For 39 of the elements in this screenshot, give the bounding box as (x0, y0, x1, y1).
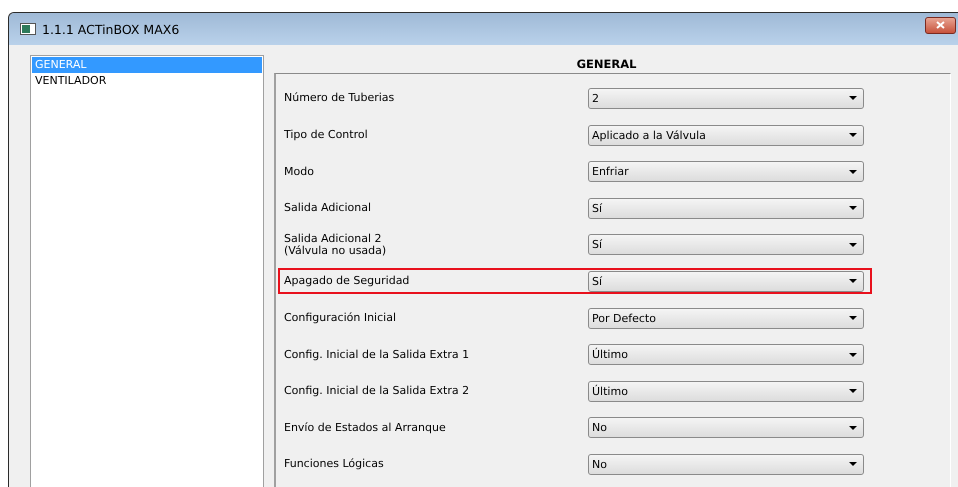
parameter-label: Tipo de Control (284, 129, 368, 142)
parameter-label: Config. Inicial de la Salida Extra 1 (284, 348, 470, 361)
parameter-label: Modo (284, 166, 314, 178)
parameter-dropdown[interactable]: Último (588, 344, 864, 366)
parameter-dropdown[interactable]: Último (588, 380, 864, 402)
parameter-dropdown[interactable]: Enfriar (588, 161, 864, 182)
section-title: GENERAL (576, 57, 636, 71)
parameter-dropdown[interactable]: No (588, 417, 864, 438)
parameter-label: Salida Adicional (284, 202, 372, 214)
parameter-dropdown[interactable]: Sí (588, 234, 864, 256)
dropdown-arrow-icon (849, 352, 857, 357)
dropdown-arrow-icon (849, 242, 857, 247)
app-icon (20, 23, 36, 35)
parameter-dropdown[interactable]: 2 (588, 88, 864, 109)
dropdown-arrow-icon (849, 96, 857, 100)
parameter-dropdown[interactable]: Por Defecto (588, 308, 864, 329)
dropdown-arrow-icon (849, 279, 857, 284)
category-item[interactable]: VENTILADOR (32, 73, 262, 89)
parameter-label: Config. Inicial de la Salida Extra 2 (284, 385, 470, 398)
dropdown-arrow-icon (849, 316, 857, 320)
dropdown-arrow-icon (849, 206, 857, 210)
parameter-label: Funciones Lógicas (284, 458, 384, 470)
dropdown-arrow-icon (849, 389, 857, 394)
dropdown-arrow-icon (849, 462, 857, 466)
dropdown-arrow-icon (849, 170, 857, 174)
parameter-label: Configuración Inicial (284, 312, 396, 324)
close-icon (936, 21, 945, 29)
close-button[interactable] (925, 16, 956, 34)
parameter-dropdown[interactable]: No (588, 454, 864, 475)
parameter-dropdown[interactable]: Sí (588, 198, 864, 219)
dropdown-arrow-icon (849, 133, 857, 138)
dropdown-arrow-icon (849, 426, 857, 430)
parameter-label: Número de Tuberias (284, 92, 394, 104)
parameter-label: Apagado de Seguridad (284, 275, 410, 288)
window-title: 1.1.1 ACTinBOX MAX6 (42, 22, 180, 36)
parameter-label: Envío de Estados al Arranque (284, 422, 446, 434)
parameter-label: Salida Adicional 2 (Válvula no usada) (284, 232, 386, 257)
parameter-dropdown[interactable]: Sí (588, 270, 864, 292)
parameter-dropdown[interactable]: Aplicado a la Válvula (588, 124, 864, 146)
